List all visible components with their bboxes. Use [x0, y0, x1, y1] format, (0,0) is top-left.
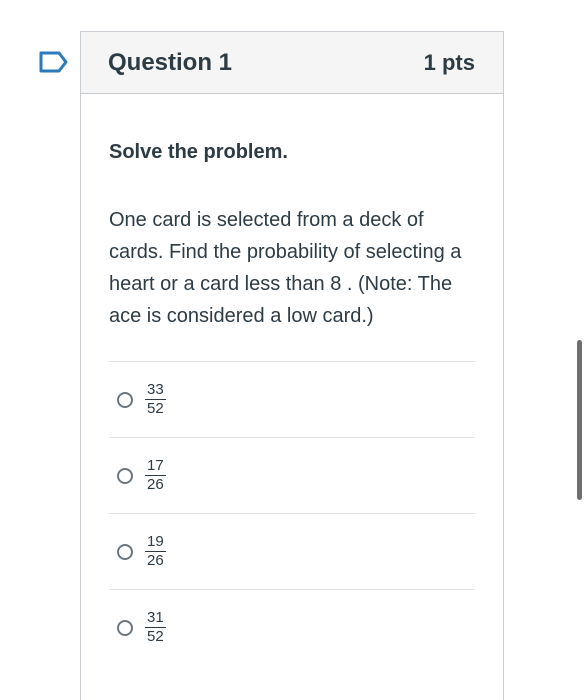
question-card: Question 1 1 pts Solve the problem. One …: [80, 31, 504, 700]
answer-option-4[interactable]: 31 52: [109, 589, 475, 665]
answer-option-1[interactable]: 33 52: [109, 361, 475, 437]
flag-question-icon[interactable]: [39, 51, 69, 73]
question-points: 1 pts: [423, 49, 475, 75]
radio-button[interactable]: [117, 619, 133, 636]
answer-option-3[interactable]: 19 26: [109, 513, 475, 589]
fraction-denominator: 26: [147, 476, 164, 493]
answer-fraction: 19 26: [145, 533, 166, 570]
fraction-numerator: 31: [145, 609, 166, 628]
fraction-denominator: 26: [147, 552, 164, 569]
fraction-denominator: 52: [147, 400, 164, 417]
fraction-denominator: 52: [147, 628, 164, 645]
radio-button[interactable]: [117, 543, 133, 560]
fraction-numerator: 33: [145, 381, 166, 400]
radio-button[interactable]: [117, 391, 133, 408]
question-body: Solve the problem. One card is selected …: [81, 141, 503, 665]
answer-fraction: 31 52: [145, 609, 166, 646]
answer-option-2[interactable]: 17 26: [109, 437, 475, 513]
question-instructions: Solve the problem.: [109, 141, 288, 163]
answer-fraction: 17 26: [145, 457, 166, 494]
question-text: One card is selected from a deck of card…: [109, 209, 462, 327]
question-title: Question 1: [108, 48, 233, 76]
fraction-numerator: 17: [145, 457, 166, 476]
scrollbar-thumb[interactable]: [577, 340, 582, 500]
answer-list: 33 52 17 26 19 26 31 52: [109, 361, 475, 665]
question-header: Question 1 1 pts: [81, 32, 503, 94]
answer-fraction: 33 52: [145, 381, 166, 418]
radio-button[interactable]: [117, 467, 133, 484]
fraction-numerator: 19: [145, 533, 166, 552]
